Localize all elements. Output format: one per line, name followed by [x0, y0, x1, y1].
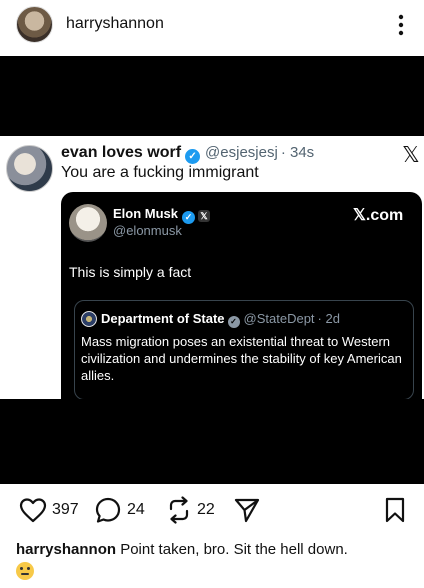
post-username[interactable]: harryshannon — [66, 15, 164, 33]
quote-avatar — [81, 311, 97, 327]
repost-icon — [169, 496, 189, 524]
comment-button[interactable]: 24 — [94, 495, 145, 525]
embedded-card: Elon Musk ✓ 𝕏 @elonmusk 𝕏.com This is simp… — [61, 192, 422, 399]
card-verified-icon: ✓ — [182, 211, 196, 224]
quote-handle: @StateDept — [243, 311, 315, 326]
post-media[interactable]: evan loves worf ✓ @esjesjesj · 34s 𝕏 You ar… — [0, 136, 424, 399]
x-logo-icon: 𝕏 — [402, 142, 420, 167]
quote-time: · 2d — [317, 311, 340, 326]
share-button[interactable] — [233, 495, 261, 525]
bookmark-icon — [385, 497, 405, 523]
tweet-author: evan loves worf ✓ @esjesjesj · 34s — [61, 144, 314, 164]
comment-count: 24 — [127, 501, 145, 518]
card-avatar — [69, 204, 107, 242]
quote-author: Department of State ✓ @StateDept · 2d — [101, 311, 340, 328]
tweet-time: · 34s — [280, 144, 315, 161]
send-icon — [234, 498, 260, 523]
card-author-name: Elon Musk — [113, 206, 179, 221]
verified-badge-icon: ✓ — [185, 149, 201, 164]
more-options-icon[interactable] — [396, 13, 406, 37]
quoted-post: Department of State ✓ @StateDept · 2d Mass … — [74, 300, 414, 399]
card-handle: @elonmusk — [113, 223, 182, 238]
heart-icon — [19, 498, 47, 523]
caption-username[interactable]: harryshannon — [16, 541, 116, 558]
tweet-handle: @esjesjesj — [205, 144, 278, 161]
post-caption: harryshannon Point taken, bro. Sit the h… — [16, 540, 416, 560]
repost-count: 22 — [197, 501, 215, 518]
card-x-badge-icon: 𝕏 — [198, 210, 211, 222]
bookmark-button[interactable] — [384, 495, 406, 525]
tweet-author-name: evan loves worf — [61, 144, 182, 161]
card-author: Elon Musk ✓ 𝕏 — [113, 206, 211, 224]
comment-icon — [95, 497, 121, 523]
tweet-text: You are a fucking immigrant — [61, 164, 259, 181]
media-letterbox-bottom — [0, 399, 424, 484]
like-button[interactable]: 397 — [19, 495, 79, 525]
media-letterbox-top — [0, 56, 424, 136]
profile-avatar[interactable] — [16, 6, 53, 43]
card-text: This is simply a fact — [69, 264, 192, 280]
quote-text: Mass migration poses an existential thre… — [81, 334, 402, 383]
card-brand: 𝕏.com — [353, 207, 404, 224]
action-bar: 397 24 22 — [0, 495, 424, 527]
eye-roll-emoji-icon — [16, 562, 34, 580]
quote-author-name: Department of State — [101, 311, 225, 326]
quote-verified-icon: ✓ — [227, 316, 240, 328]
tweet-avatar — [6, 145, 53, 192]
post-header: harryshannon — [0, 0, 424, 50]
like-count: 397 — [52, 501, 79, 518]
repost-button[interactable]: 22 — [166, 495, 215, 525]
caption-text: Point taken, bro. Sit the hell down. — [116, 541, 348, 558]
